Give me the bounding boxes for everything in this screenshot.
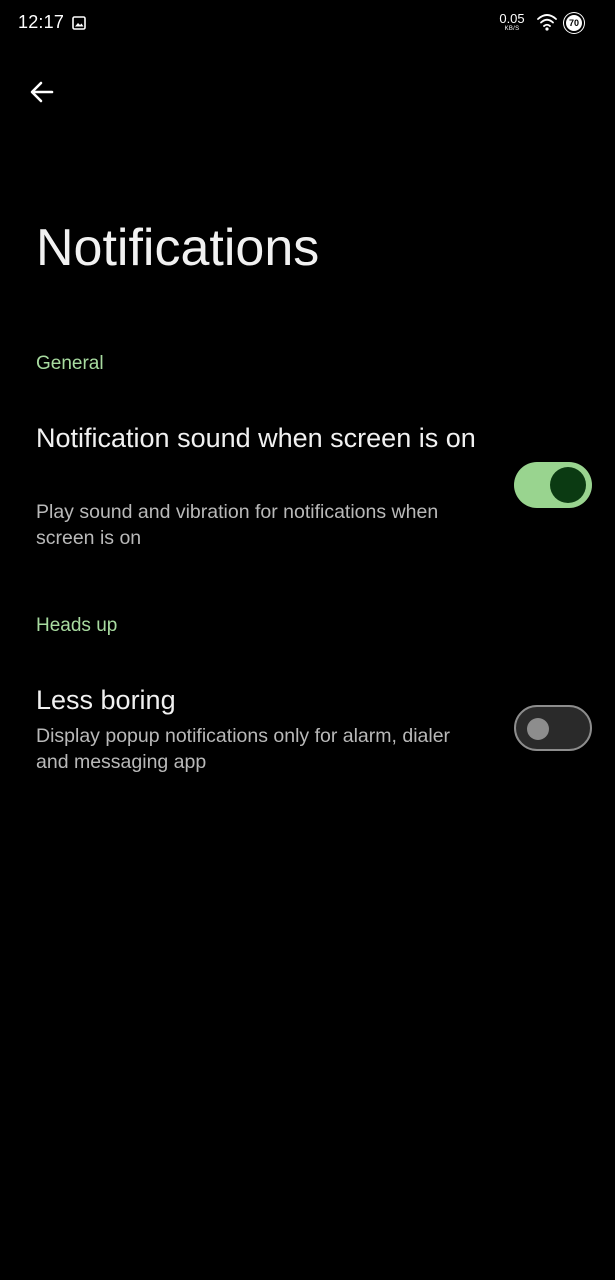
preference-summary: Play sound and vibration for notificatio…	[36, 501, 439, 549]
preference-notification-sound[interactable]: Notification sound when screen is on Pla…	[0, 420, 615, 560]
wifi-icon	[537, 14, 557, 31]
switch-thumb	[550, 467, 586, 503]
less-boring-switch[interactable]	[514, 705, 592, 751]
preference-summary: Display popup notifications only for ala…	[36, 725, 451, 773]
preference-title: Notification sound when screen is on	[36, 423, 476, 453]
notification-sound-switch[interactable]	[514, 462, 592, 508]
back-button[interactable]	[20, 70, 64, 114]
network-speed: 0.05 KB/S	[494, 12, 530, 32]
image-icon	[72, 16, 86, 30]
section-header-general: General	[36, 353, 104, 374]
switch-thumb	[527, 718, 549, 740]
battery-icon: 70	[564, 13, 584, 33]
network-speed-value: 0.05	[499, 11, 525, 26]
status-bar: 12:17 0.05 KB/S 70	[0, 0, 615, 48]
preference-less-boring[interactable]: Less boring Display popup notifications …	[0, 682, 615, 782]
arrow-left-icon	[30, 81, 54, 103]
status-time: 12:17	[18, 12, 65, 32]
preference-title: Less boring	[36, 685, 176, 715]
page-title: Notifications	[36, 219, 320, 277]
section-header-heads-up: Heads up	[36, 615, 118, 636]
network-speed-unit: KB/S	[504, 26, 520, 32]
